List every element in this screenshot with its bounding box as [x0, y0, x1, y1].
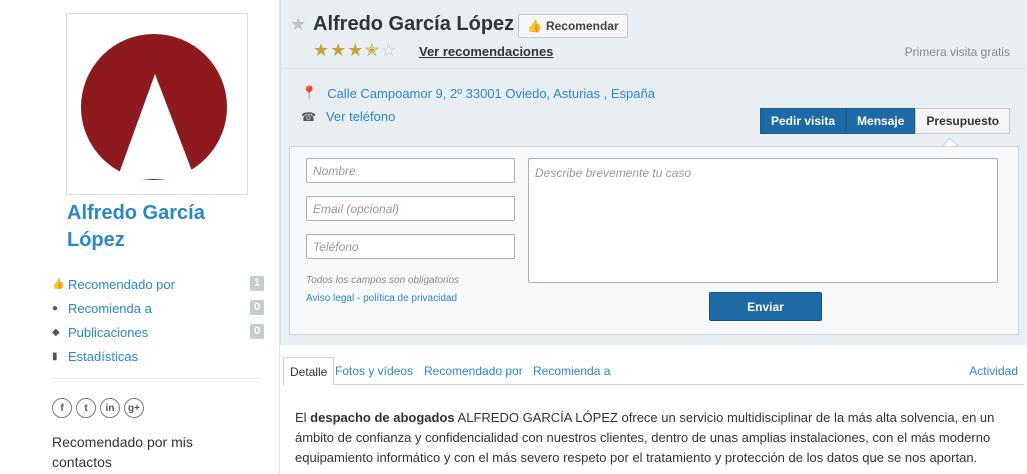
social-links: f t in g+: [52, 398, 144, 418]
location-pin-icon: 📍: [301, 85, 318, 100]
linkedin-icon[interactable]: in: [100, 398, 120, 418]
legal-link[interactable]: Aviso legal - política de privacidad: [306, 293, 457, 304]
recommend-button-label: Recomendar: [545, 19, 619, 33]
tab-actividad[interactable]: Actividad: [963, 357, 1024, 385]
rating-stars: ★★★✭☆: [313, 40, 398, 61]
comment-icon: ◆: [52, 326, 60, 338]
caso-textarea[interactable]: Describe brevemente tu caso: [528, 158, 998, 283]
sidebar-item-label: Publicaciones: [68, 324, 149, 340]
sidebar-item-estadisticas[interactable]: ▮ Estadísticas: [52, 344, 264, 368]
profile-sidebar: Alfredo García López 👍 Recomendado por 1…: [0, 0, 280, 474]
address-row: 📍 Calle Campoamor 9, 2º 33001 Oviedo, As…: [301, 85, 655, 101]
contacts-heading: Recomendado por mis contactos: [52, 434, 193, 470]
count-badge: 0: [250, 300, 264, 315]
profile-header: ★ Alfredo García López 👍 Recomendar ★★★✭…: [280, 0, 1027, 345]
page-title: Alfredo García López: [313, 13, 515, 35]
phone-icon: ☎: [301, 109, 316, 124]
action-tabs: Pedir visita Mensaje Presupuesto: [760, 108, 1011, 134]
twitter-icon[interactable]: t: [76, 398, 96, 418]
tab-bar: Detalle Fotos y vídeos Recomendado por R…: [283, 357, 1024, 386]
tab-recomienda-a[interactable]: Recomienda a: [527, 357, 616, 385]
sidebar-item-label: Recomendado por: [68, 276, 175, 292]
star-icon: ★: [347, 40, 365, 60]
facebook-icon[interactable]: f: [52, 398, 72, 418]
empty-star-icon: ☆: [380, 40, 398, 60]
tab-detalle[interactable]: Detalle: [283, 357, 335, 386]
pedir-visita-button[interactable]: Pedir visita: [760, 108, 847, 134]
recommend-button[interactable]: 👍 Recomendar: [518, 14, 628, 38]
ver-telefono-link[interactable]: Ver teléfono: [326, 109, 395, 124]
divider: [52, 378, 260, 379]
description-bold: despacho de abogados: [310, 410, 455, 425]
enviar-button[interactable]: Enviar: [709, 292, 822, 321]
sidebar-menu: 👍 Recomendado por 1 ● Recomienda a 0 ◆ P…: [52, 272, 264, 368]
presupuesto-form: Nombre Email (opcional) Teléfono Describ…: [289, 146, 1019, 335]
telefono-input[interactable]: Teléfono: [306, 234, 515, 259]
primera-visita-label: Primera visita gratis: [904, 45, 1010, 59]
thumbs-up-icon: 👍: [52, 278, 65, 290]
divider: [281, 68, 1027, 69]
thumbs-up-icon: 👍: [527, 19, 542, 33]
sidebar-item-recomienda-a[interactable]: ● Recomienda a 0: [52, 296, 264, 320]
google-plus-icon[interactable]: g+: [124, 398, 144, 418]
bar-chart-icon: ▮: [52, 350, 58, 362]
avatar: [66, 13, 248, 195]
phone-row: ☎ Ver teléfono: [301, 109, 395, 124]
description-text: El despacho de abogados ALFREDO GARCÍA L…: [295, 408, 1010, 468]
required-note: Todos los campos son obligatorios: [306, 275, 460, 286]
sidebar-item-publicaciones[interactable]: ◆ Publicaciones 0: [52, 320, 264, 344]
star-icon: ★: [330, 40, 348, 60]
user-icon: ●: [52, 302, 59, 314]
profile-name[interactable]: Alfredo García López: [67, 200, 267, 254]
address-link[interactable]: Calle Campoamor 9, 2º 33001 Oviedo, Astu…: [327, 86, 655, 101]
star-icon: ★: [313, 40, 331, 60]
tab-recomendado-por[interactable]: Recomendado por: [418, 357, 529, 385]
sidebar-item-label: Estadísticas: [68, 348, 139, 364]
count-badge: 0: [250, 324, 264, 339]
ver-recomendaciones-link[interactable]: Ver recomendaciones: [419, 44, 553, 59]
content-section: Detalle Fotos y vídeos Recomendado por R…: [280, 345, 1027, 474]
mensaje-button[interactable]: Mensaje: [846, 108, 916, 134]
email-input[interactable]: Email (opcional): [306, 196, 515, 221]
description-intro: El: [295, 410, 311, 425]
sidebar-item-recomendado-por[interactable]: 👍 Recomendado por 1: [52, 272, 264, 296]
count-badge: 1: [250, 276, 264, 291]
presupuesto-button[interactable]: Presupuesto: [915, 108, 1011, 134]
favorite-star-icon[interactable]: ★: [290, 14, 306, 35]
half-star-icon: ✭: [364, 40, 381, 60]
sidebar-item-label: Recomienda a: [68, 300, 152, 316]
nombre-input[interactable]: Nombre: [306, 158, 515, 183]
tab-fotos-videos[interactable]: Fotos y vídeos: [329, 357, 419, 385]
